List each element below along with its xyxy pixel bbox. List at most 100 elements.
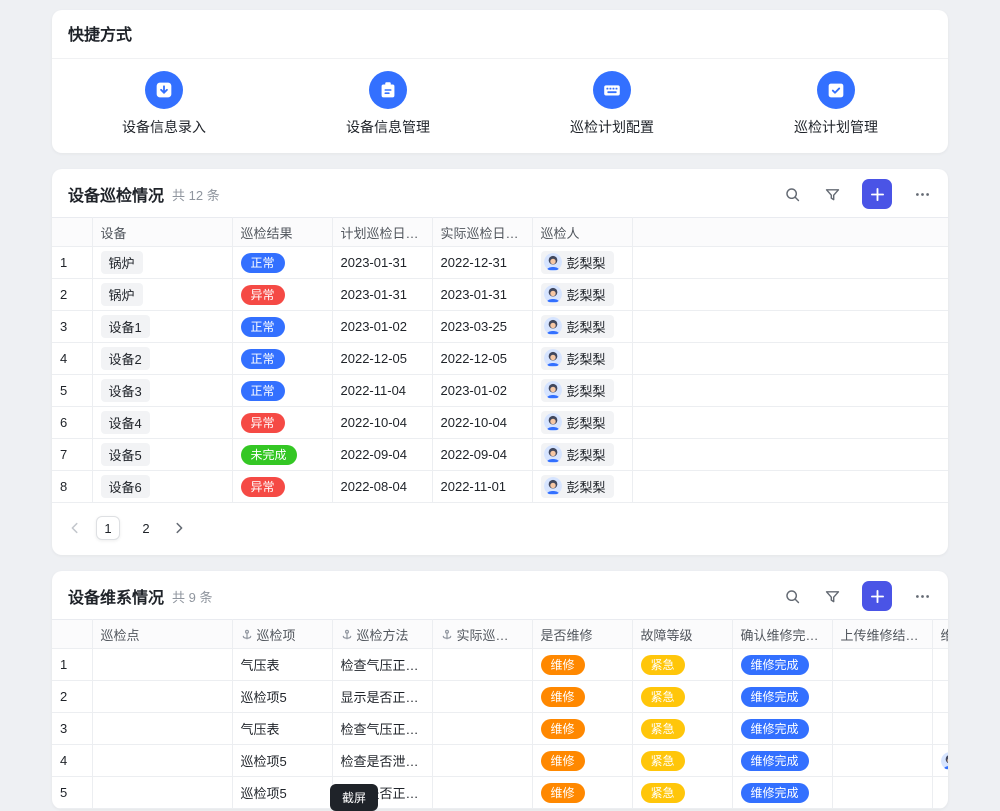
extra-cell[interactable]: [932, 745, 948, 777]
prev-page-button[interactable]: [68, 521, 82, 535]
result-cell[interactable]: 正常: [232, 343, 332, 375]
item-cell[interactable]: 巡检项5: [232, 777, 332, 809]
method-cell[interactable]: 检查气压正…: [332, 713, 432, 745]
device-cell[interactable]: 设备6: [92, 471, 232, 503]
column-header[interactable]: 巡检人: [532, 218, 632, 247]
inspector-cell[interactable]: 彭梨梨: [532, 279, 632, 311]
actual-cell[interactable]: [432, 713, 532, 745]
level-cell[interactable]: 紧急: [632, 681, 732, 713]
column-header[interactable]: 是否维修: [532, 620, 632, 649]
result-cell[interactable]: 异常: [232, 471, 332, 503]
column-header[interactable]: [52, 620, 92, 649]
point-cell[interactable]: [92, 649, 232, 681]
column-header[interactable]: 实际巡…: [432, 620, 532, 649]
method-cell[interactable]: 检查是否泄…: [332, 745, 432, 777]
plan-date-cell[interactable]: 2022-09-04: [332, 439, 432, 471]
device-cell[interactable]: 设备4: [92, 407, 232, 439]
level-cell[interactable]: 紧急: [632, 745, 732, 777]
actual-date-cell[interactable]: 2022-11-01: [432, 471, 532, 503]
actual-date-cell[interactable]: 2023-01-02: [432, 375, 532, 407]
shortcut-item[interactable]: 巡检计划管理: [724, 71, 948, 137]
column-header[interactable]: 巡检结果: [232, 218, 332, 247]
result-cell[interactable]: 正常: [232, 375, 332, 407]
item-cell[interactable]: 气压表: [232, 713, 332, 745]
plan-date-cell[interactable]: 2022-08-04: [332, 471, 432, 503]
search-icon[interactable]: [782, 184, 802, 204]
column-header[interactable]: 设备: [92, 218, 232, 247]
inspector-cell[interactable]: 彭梨梨: [532, 375, 632, 407]
actual-cell[interactable]: [432, 681, 532, 713]
column-header[interactable]: [632, 218, 948, 247]
confirm-cell[interactable]: 维修完成: [732, 713, 832, 745]
more-icon[interactable]: [912, 184, 932, 204]
method-cell[interactable]: 检查气压正…: [332, 649, 432, 681]
confirm-cell[interactable]: 维修完成: [732, 649, 832, 681]
point-cell[interactable]: [92, 745, 232, 777]
search-icon[interactable]: [782, 586, 802, 606]
device-cell[interactable]: 锅炉: [92, 279, 232, 311]
item-cell[interactable]: 气压表: [232, 649, 332, 681]
repair-cell[interactable]: 维修: [532, 681, 632, 713]
page-number[interactable]: 2: [134, 516, 158, 540]
method-cell[interactable]: 显示是否正…: [332, 681, 432, 713]
column-header[interactable]: 计划巡检日…: [332, 218, 432, 247]
repair-cell[interactable]: 维修: [532, 713, 632, 745]
actual-cell[interactable]: [432, 649, 532, 681]
column-header[interactable]: 巡检方法: [332, 620, 432, 649]
plan-date-cell[interactable]: 2023-01-02: [332, 311, 432, 343]
plan-date-cell[interactable]: 2022-10-04: [332, 407, 432, 439]
repair-cell[interactable]: 维修: [532, 777, 632, 809]
upload-cell[interactable]: [832, 681, 932, 713]
filter-icon[interactable]: [822, 184, 842, 204]
repair-cell[interactable]: 维修: [532, 745, 632, 777]
device-cell[interactable]: 设备2: [92, 343, 232, 375]
point-cell[interactable]: [92, 777, 232, 809]
filter-icon[interactable]: [822, 586, 842, 606]
level-cell[interactable]: 紧急: [632, 713, 732, 745]
plan-date-cell[interactable]: 2022-11-04: [332, 375, 432, 407]
column-header[interactable]: 维…: [932, 620, 948, 649]
device-cell[interactable]: 设备3: [92, 375, 232, 407]
more-icon[interactable]: [912, 586, 932, 606]
add-record-button[interactable]: [862, 581, 892, 611]
column-header[interactable]: 确认维修完…: [732, 620, 832, 649]
column-header[interactable]: 巡检点: [92, 620, 232, 649]
upload-cell[interactable]: [832, 649, 932, 681]
upload-cell[interactable]: [832, 713, 932, 745]
extra-cell[interactable]: [932, 681, 948, 713]
shortcut-item[interactable]: 设备信息管理: [276, 71, 500, 137]
actual-date-cell[interactable]: 2022-12-05: [432, 343, 532, 375]
confirm-cell[interactable]: 维修完成: [732, 745, 832, 777]
upload-cell[interactable]: [832, 777, 932, 809]
confirm-cell[interactable]: 维修完成: [732, 681, 832, 713]
plan-date-cell[interactable]: 2023-01-31: [332, 279, 432, 311]
plan-date-cell[interactable]: 2022-12-05: [332, 343, 432, 375]
column-header[interactable]: 巡检项: [232, 620, 332, 649]
shortcut-item[interactable]: 设备信息录入: [52, 71, 276, 137]
actual-date-cell[interactable]: 2023-01-31: [432, 279, 532, 311]
column-header[interactable]: [52, 218, 92, 247]
result-cell[interactable]: 正常: [232, 247, 332, 279]
repair-cell[interactable]: 维修: [532, 649, 632, 681]
extra-cell[interactable]: [932, 713, 948, 745]
result-cell[interactable]: 未完成: [232, 439, 332, 471]
column-header[interactable]: 上传维修结…: [832, 620, 932, 649]
actual-cell[interactable]: [432, 777, 532, 809]
extra-cell[interactable]: [932, 649, 948, 681]
inspector-cell[interactable]: 彭梨梨: [532, 247, 632, 279]
actual-cell[interactable]: [432, 745, 532, 777]
next-page-button[interactable]: [172, 521, 186, 535]
inspector-cell[interactable]: 彭梨梨: [532, 471, 632, 503]
result-cell[interactable]: 异常: [232, 407, 332, 439]
device-cell[interactable]: 设备1: [92, 311, 232, 343]
actual-date-cell[interactable]: 2022-10-04: [432, 407, 532, 439]
point-cell[interactable]: [92, 681, 232, 713]
level-cell[interactable]: 紧急: [632, 777, 732, 809]
confirm-cell[interactable]: 维修完成: [732, 777, 832, 809]
shortcut-item[interactable]: 巡检计划配置: [500, 71, 724, 137]
level-cell[interactable]: 紧急: [632, 649, 732, 681]
actual-date-cell[interactable]: 2022-12-31: [432, 247, 532, 279]
device-cell[interactable]: 锅炉: [92, 247, 232, 279]
inspector-cell[interactable]: 彭梨梨: [532, 311, 632, 343]
plan-date-cell[interactable]: 2023-01-31: [332, 247, 432, 279]
